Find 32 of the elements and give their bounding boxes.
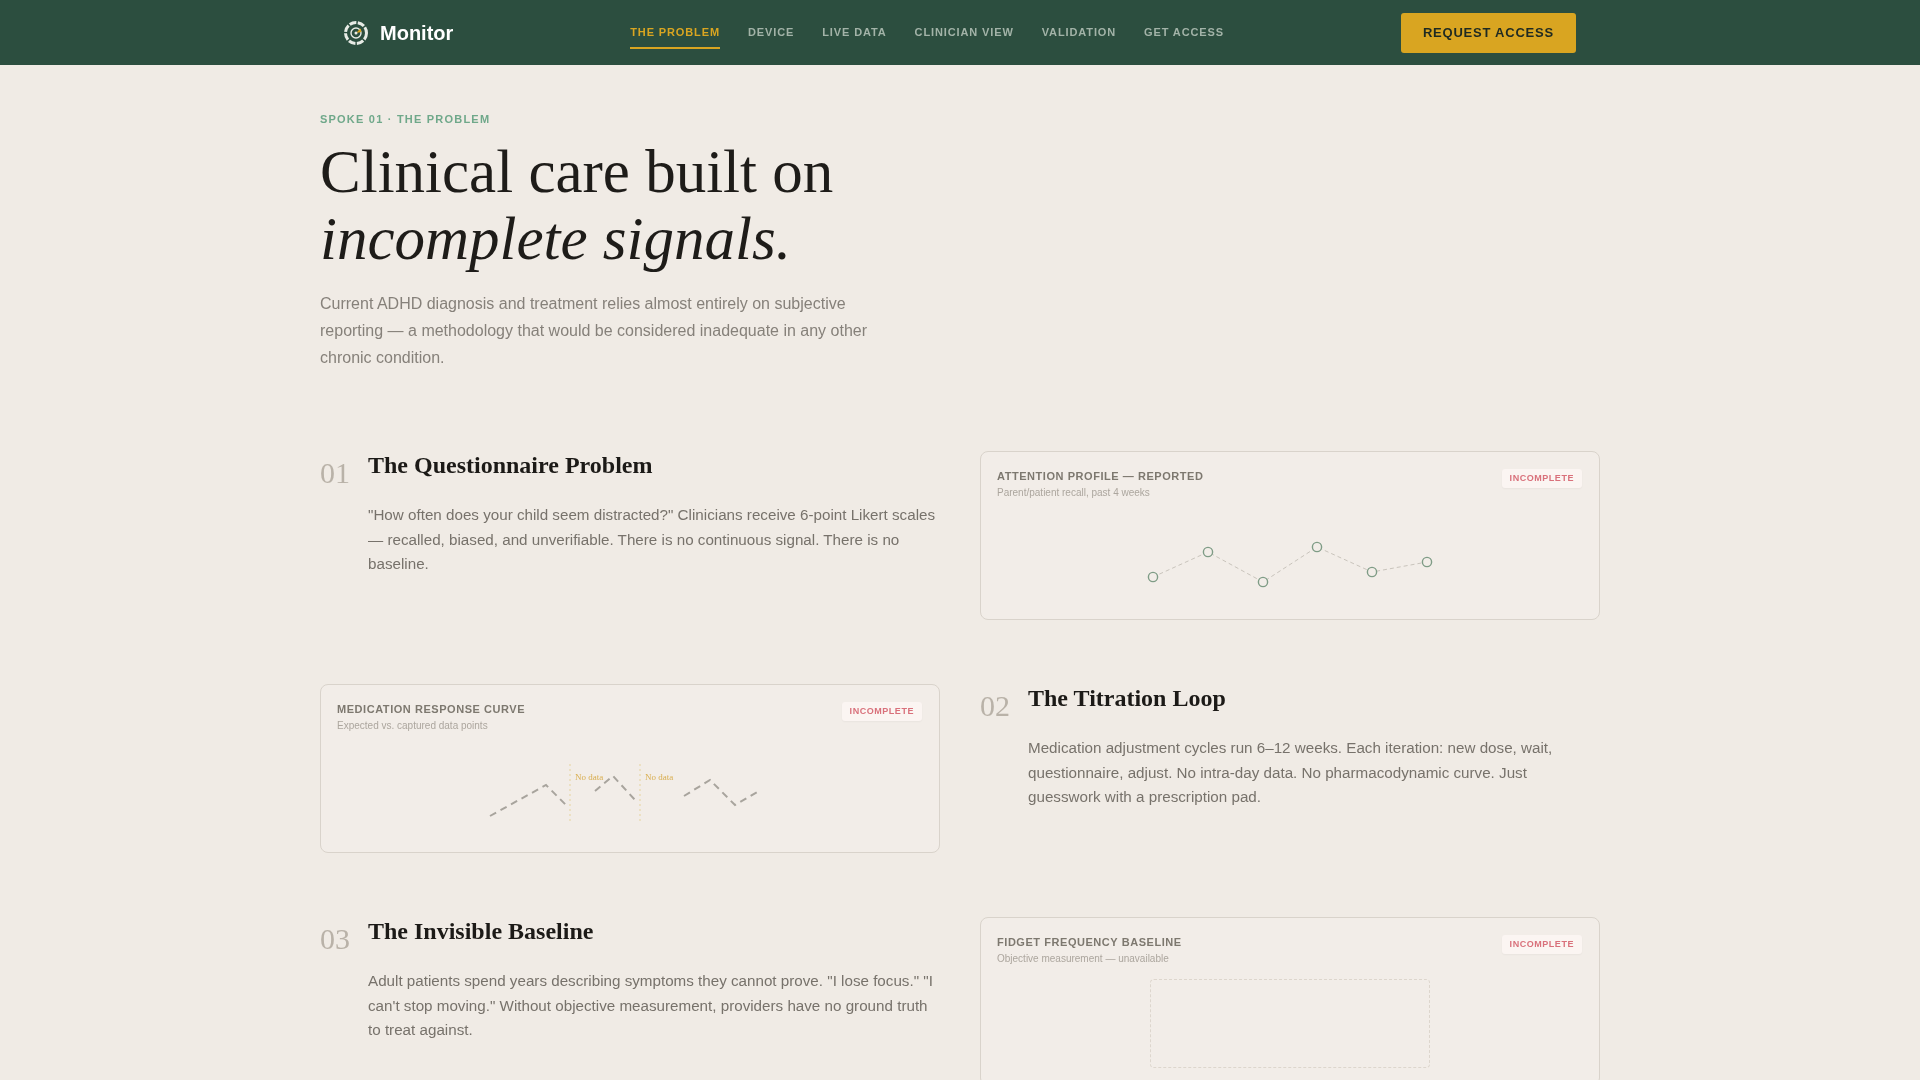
section-number: 01 [320,458,350,488]
gap-label: No data [574,772,603,782]
card-subtitle: Parent/patient recall, past 4 weeks [997,486,1150,499]
card-title: ATTENTION PROFILE — REPORTED [997,469,1204,483]
card-title: FIDGET FREQUENCY BASELINE [997,935,1182,949]
section-body: Adult patients spend years describing symptoms they cannot prove. "I lose focus." "I can't stop moving." Without objective measurement, providers have no ground truth to treat against. [368,971,934,1041]
status-badge: INCOMPLETE [1501,935,1582,954]
section-number: 02 [980,691,1010,721]
section-body: "How often does your child seem distracted?" Clinicians receive 6-point Likert scales — recalled, biased, and unverifiable. There is no continuous signal. There is no baseline. [368,505,937,575]
section-title: The Questionnaire Problem [368,451,653,480]
section-title: The Titration Loop [1028,684,1226,713]
nav-link[interactable]: CLINICIAN VIEW [914,16,1014,49]
nav-link[interactable]: THE PROBLEM [630,16,720,49]
page-heading: Clinical care built on incomplete signals. [320,138,835,272]
status-badge: INCOMPLETE [1501,469,1582,488]
intro-paragraph: Current ADHD diagnosis and treatment relies almost entirely on subjective reporting — a methodology that would be considered inadequate in any other chronic condition. [320,294,869,368]
eyebrow-label: SPOKE 01 · THE PROBLEM [320,112,491,127]
request-access-button[interactable]: REQUEST ACCESS [1400,12,1576,53]
section-number: 03 [320,924,350,954]
card-subtitle: Objective measurement — unavailable [997,952,1169,965]
nav-link[interactable]: DEVICE [748,16,795,49]
logo-link[interactable]: Monitor [344,17,454,48]
nav-link[interactable]: VALIDATION [1041,16,1117,49]
nav-link[interactable]: LIVE DATA [822,16,887,49]
card-title: MEDICATION RESPONSE CURVE [337,702,526,716]
card-subtitle: Expected vs. captured data points [337,719,488,732]
section-title: The Invisible Baseline [368,917,594,946]
status-badge: INCOMPLETE [841,702,922,721]
section-body: Medication adjustment cycles run 6–12 weeks. Each iteration: new dose, wait, questionnaire, adjust. No intra-day data. No pharmacodynamic curve. Just guesswork with a prescription pad. [1028,738,1554,808]
dial-icon [344,20,368,45]
gap-label: No data [644,772,673,782]
nav-link[interactable]: GET ACCESS [1144,16,1224,49]
